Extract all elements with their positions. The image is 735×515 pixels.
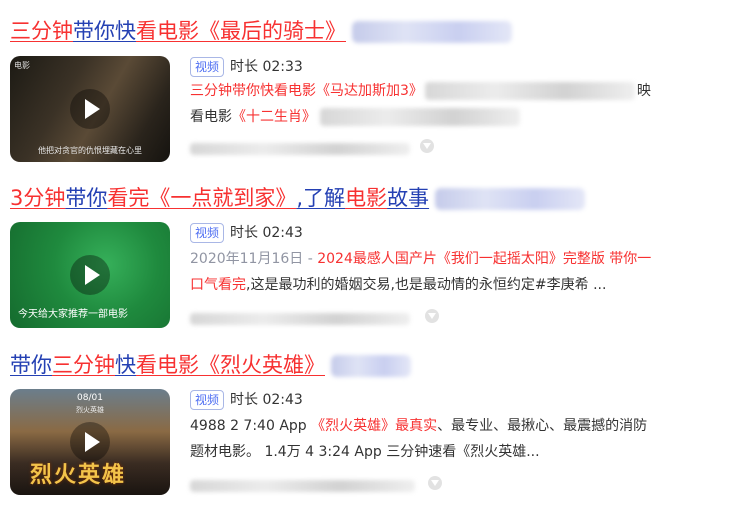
video-meta: 视频 时长 02:43 — [190, 222, 303, 244]
title-part[interactable]: 《最后的骑士》 — [199, 19, 346, 43]
title-part[interactable]: 看电影 — [136, 353, 199, 377]
snippet-highlight: 三分钟带你快看电影《马达加斯加3》 — [190, 83, 423, 99]
video-duration: 时长 02:33 — [230, 59, 303, 75]
title-part[interactable]: 《烈火英雄》 — [199, 353, 325, 377]
video-meta: 视频 时长 02:33 — [190, 56, 303, 78]
video-thumbnail[interactable]: 电影 他把对贪官的仇恨埋藏在心里 — [10, 56, 170, 162]
snippet-text: 、最专业、最揪心、最震撼的消防 — [437, 418, 648, 434]
video-duration: 时长 02:43 — [230, 392, 303, 408]
video-badge: 视频 — [190, 223, 225, 243]
video-thumbnail[interactable]: 今天给大家推荐一部电影 — [10, 222, 170, 328]
snippet-line-2: 看电影《十二生肖》 — [190, 106, 520, 128]
snippet-line-2: 口气看完,这是最功利的婚姻交易,也是最动情的永恒约定#李庚希 ... — [190, 274, 606, 296]
blurred-title-tail — [435, 188, 586, 210]
title-part[interactable]: 3分钟 — [10, 186, 65, 210]
snippet-line-1: 4988 2 7:40 App 《烈火英雄》最真实、最专业、最揪心、最震撼的消防 — [190, 415, 647, 437]
snippet-highlight: 《烈火英雄》最真实 — [311, 418, 438, 434]
blurred-source — [190, 479, 415, 492]
snippet-date: 2020年11月16日 - — [190, 251, 318, 267]
source-row — [190, 475, 415, 493]
blurred-title-tail — [331, 355, 411, 377]
snippet-text: 4988 2 7:40 App — [190, 418, 312, 434]
video-meta: 视频 时长 02:43 — [190, 389, 303, 411]
title-part[interactable]: ,了解 — [296, 186, 345, 210]
snippet-line-2: 题材电影。 1.4万 4 3:24 App 三分钟速看《烈火英雄... — [190, 441, 540, 463]
thumbnail-caption: 今天给大家推荐一部电影 — [18, 309, 128, 320]
snippet-text: ,这是最功利的婚姻交易,也是最动情的永恒约定#李庚希 ... — [246, 277, 607, 293]
snippet-text: 映 — [636, 83, 651, 99]
blurred-source — [190, 142, 410, 155]
thumbnail-logo-text: 烈火英雄 — [30, 463, 127, 488]
video-badge: 视频 — [190, 57, 225, 77]
thumbnail-caption: 他把对贪官的仇恨埋藏在心里 — [38, 146, 142, 155]
blurred-title-tail — [352, 21, 512, 43]
dropdown-icon[interactable] — [425, 309, 439, 323]
title-part[interactable]: 看完 — [107, 186, 149, 210]
snippet-highlight: 《十二生肖》 — [232, 109, 316, 125]
thumbnail-date: 08/01 — [77, 393, 103, 403]
play-icon[interactable] — [70, 422, 110, 462]
snippet-text: 题材电影。 1.4万 4 3:24 App 三分钟速看《烈火英雄... — [190, 444, 540, 460]
title-part[interactable]: 带你 — [73, 19, 115, 43]
result-title-link[interactable]: 三分钟带你快看电影《最后的骑士》 — [10, 14, 512, 48]
dropdown-icon[interactable] — [420, 139, 434, 153]
title-part[interactable]: 带你 — [10, 353, 52, 377]
blurred-text — [320, 108, 520, 126]
video-badge: 视频 — [190, 390, 225, 410]
video-thumbnail[interactable]: 08/01 烈火英雄 烈火英雄 — [10, 389, 170, 495]
source-row — [190, 308, 410, 326]
title-part[interactable]: 快 — [115, 353, 136, 377]
play-icon[interactable] — [70, 89, 110, 129]
video-duration: 时长 02:43 — [230, 225, 303, 241]
title-part[interactable]: 《一点就到家》 — [149, 186, 296, 210]
snippet-highlight: 2024最感人国产片《我们一起摇太阳》完整版 带你一 — [317, 251, 652, 267]
source-row — [190, 138, 410, 156]
title-part[interactable]: 三分钟 — [10, 19, 73, 43]
title-part[interactable]: 快 — [115, 19, 136, 43]
title-part[interactable]: 带你 — [65, 186, 107, 210]
thumbnail-corner-text: 电影 — [14, 61, 30, 70]
result-title-link[interactable]: 带你三分钟快看电影《烈火英雄》 — [10, 348, 411, 382]
blurred-text — [424, 82, 635, 100]
snippet-text: 看电影 — [190, 109, 232, 125]
title-part[interactable]: 故事 — [387, 186, 429, 210]
snippet-line-1: 2020年11月16日 - 2024最感人国产片《我们一起摇太阳》完整版 带你一 — [190, 248, 651, 270]
title-part[interactable]: 三分钟 — [52, 353, 115, 377]
dropdown-icon[interactable] — [428, 476, 442, 490]
snippet-line-1: 三分钟带你快看电影《马达加斯加3》 映 — [190, 80, 651, 102]
play-icon[interactable] — [70, 255, 110, 295]
blurred-source — [190, 312, 410, 325]
result-title-link[interactable]: 3分钟带你看完《一点就到家》,了解电影故事 — [10, 181, 586, 215]
title-part[interactable]: 看电影 — [136, 19, 199, 43]
title-part[interactable]: 电影 — [345, 186, 387, 210]
thumbnail-subtitle: 烈火英雄 — [76, 406, 104, 414]
snippet-highlight: 口气看完 — [190, 277, 246, 293]
